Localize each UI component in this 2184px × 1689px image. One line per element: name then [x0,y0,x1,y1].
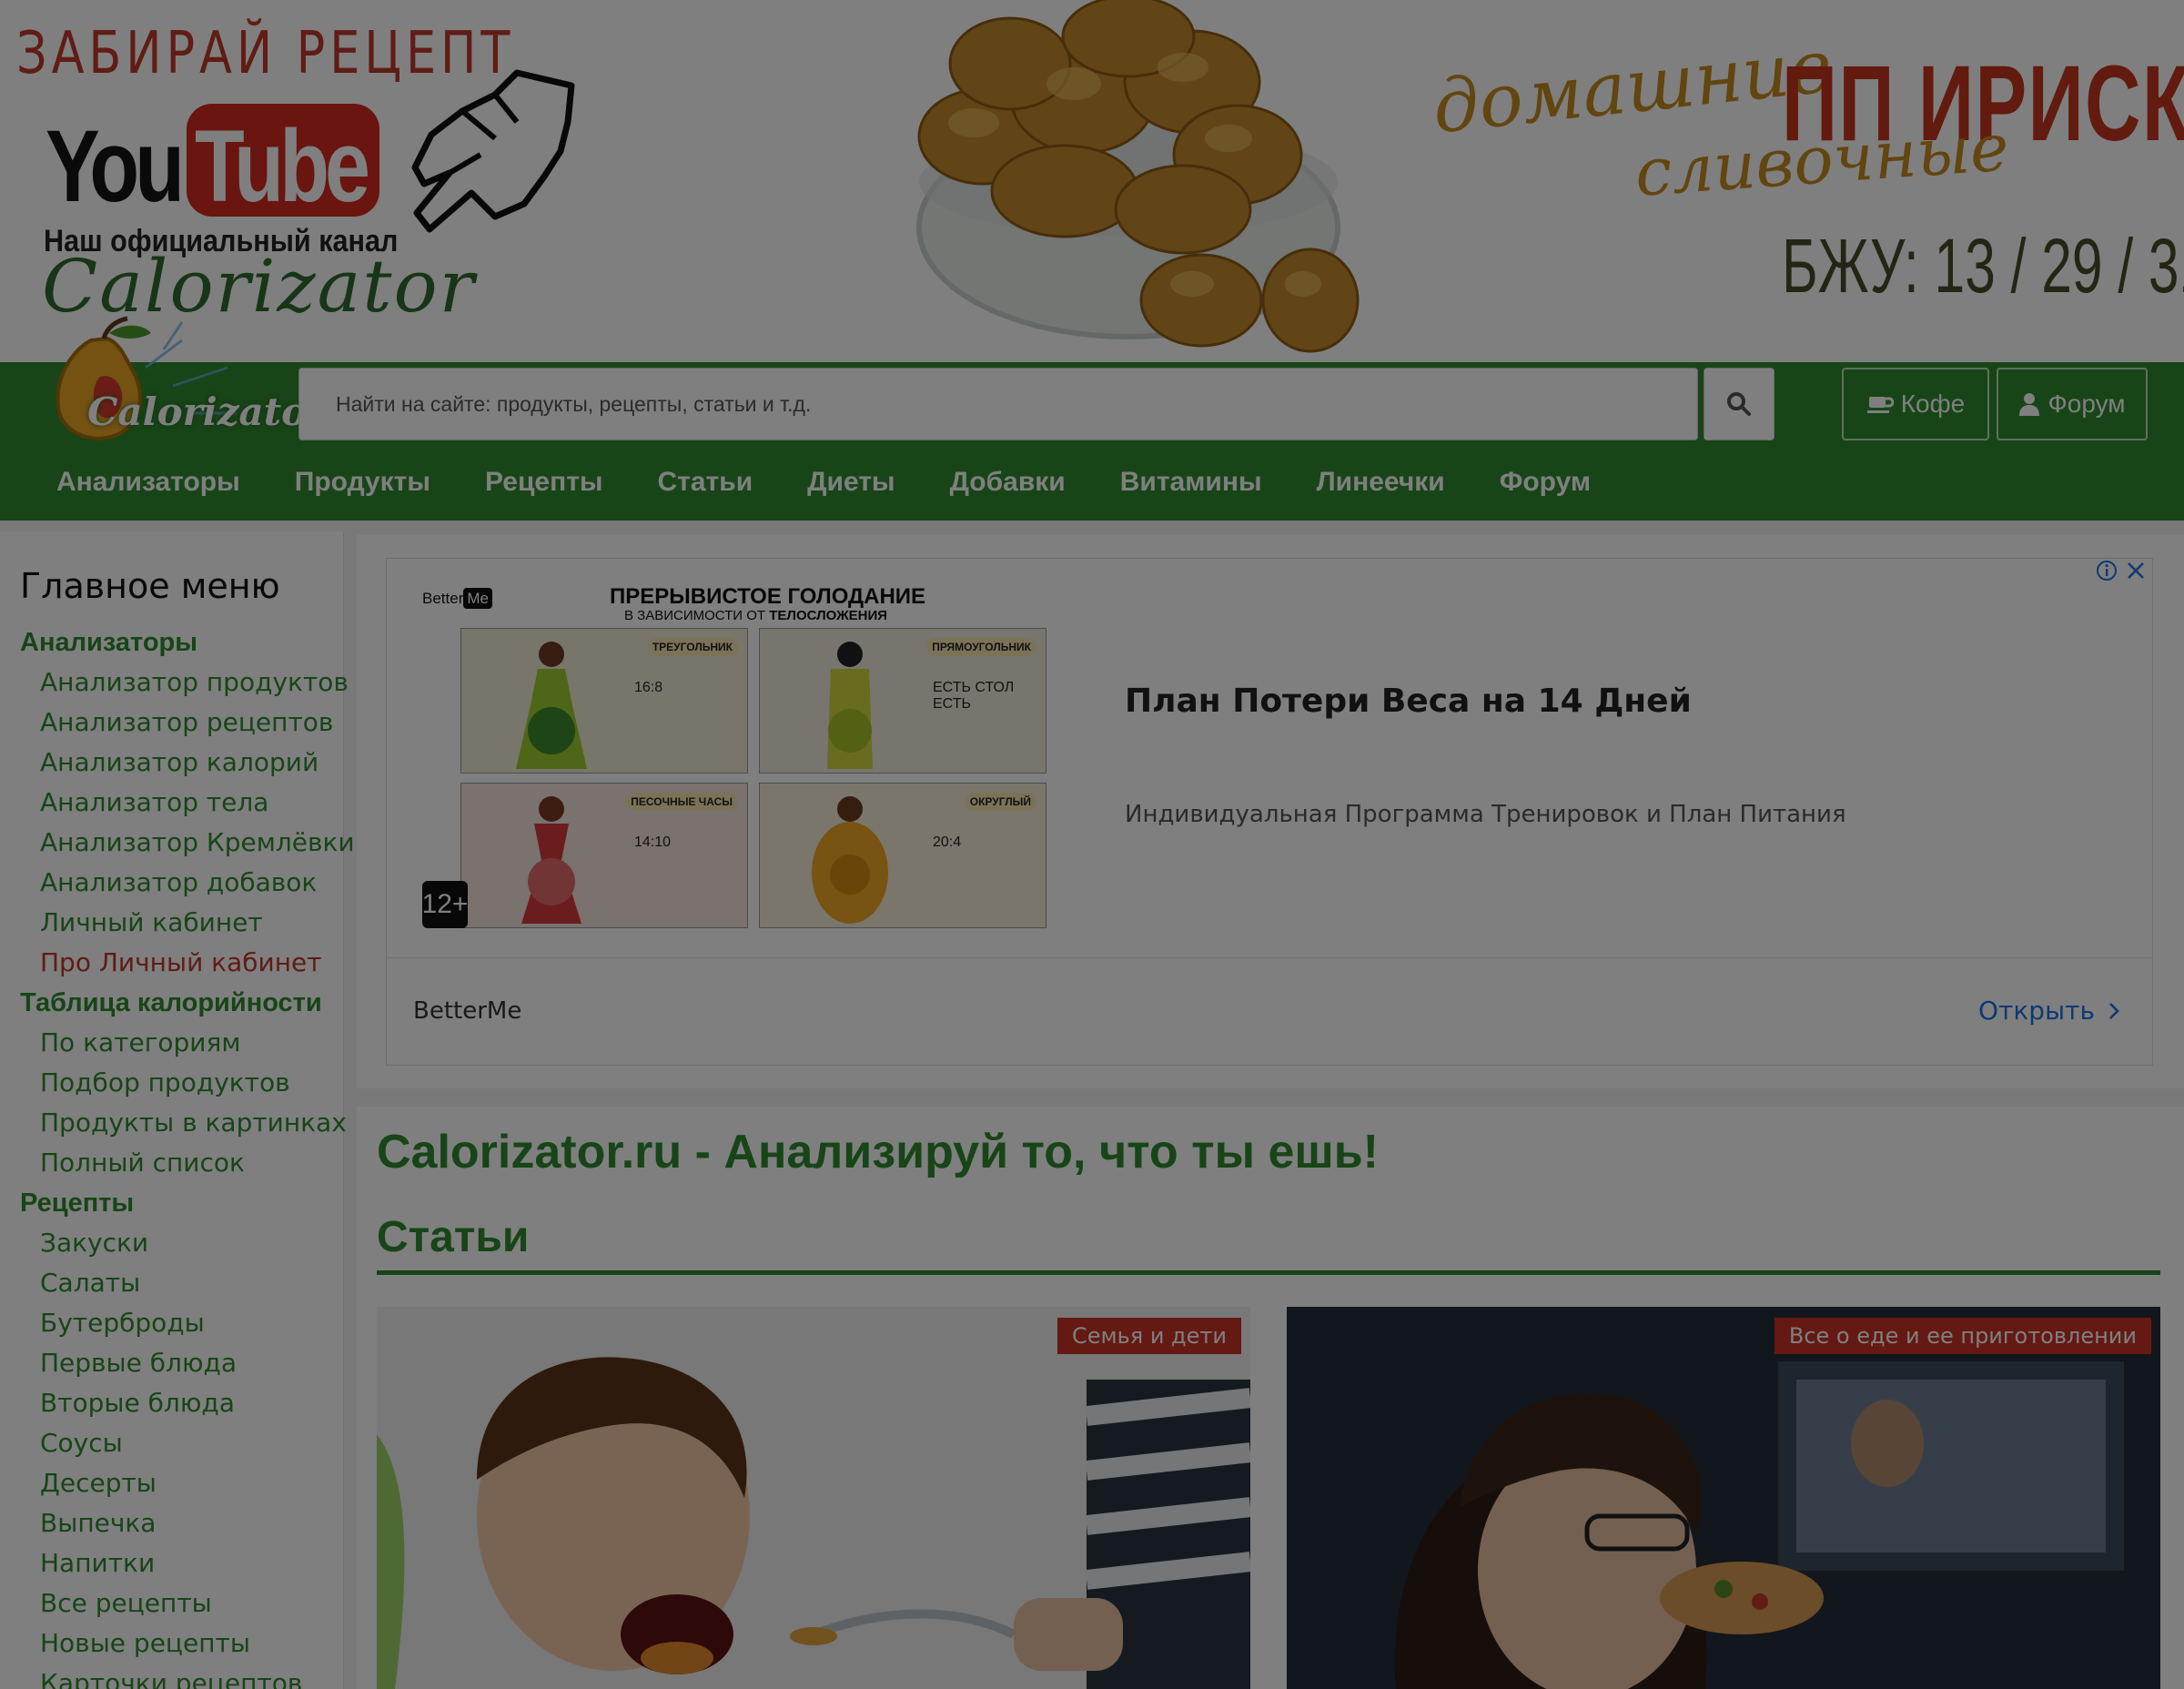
modal-backdrop[interactable] [0,0,2184,1689]
